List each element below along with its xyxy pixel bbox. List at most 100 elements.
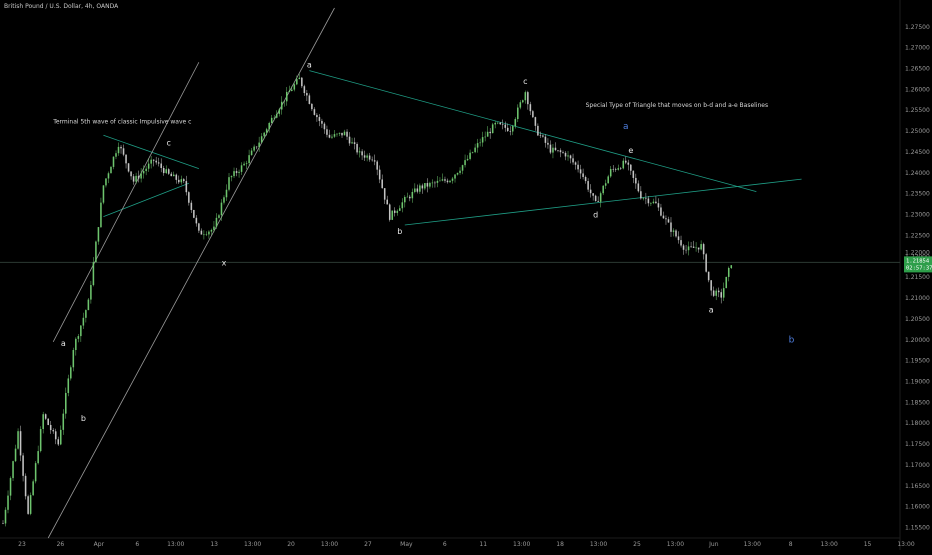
candle-body (625, 160, 627, 163)
time-tick-label: 13:00 (244, 541, 261, 548)
time-axis[interactable]: 23 26 Apr 6 13:00 13 13:00 20 13:00 27 May 6 11 13:00… (18, 541, 915, 548)
candle-body (532, 111, 534, 118)
candle-body (373, 160, 376, 162)
candle-body (180, 179, 183, 183)
candle-body (554, 147, 557, 151)
candle-body (522, 100, 524, 103)
candle-body (183, 179, 185, 182)
candle-body (240, 165, 243, 172)
candle-body (278, 109, 281, 114)
candle-body (517, 107, 519, 120)
candle-body (720, 292, 722, 298)
candle-body (245, 163, 248, 164)
candle-body (65, 392, 67, 414)
candle-body (667, 219, 670, 223)
candle-body (642, 198, 645, 199)
candle-body (569, 155, 572, 159)
candle-body (308, 95, 311, 104)
candle-body (504, 124, 507, 128)
candle-body (388, 204, 391, 220)
candle-body (223, 197, 225, 203)
candle-body (338, 132, 341, 134)
candle-body (165, 169, 168, 174)
candle-body (167, 169, 170, 174)
candle-body (341, 132, 343, 136)
candle-body (476, 143, 479, 148)
candle-body (198, 223, 200, 231)
price-tick-label: 1.18500 (905, 399, 930, 406)
price-tick-label: 1.17500 (905, 441, 930, 448)
candle-body (456, 172, 459, 175)
candle-body (434, 182, 436, 184)
time-tick-label: 6 (443, 541, 447, 548)
candle-body (484, 136, 486, 138)
candle-body (630, 164, 632, 171)
candle-body (564, 152, 567, 157)
candle-body (170, 173, 173, 177)
candle-body (268, 122, 270, 130)
time-tick-label: 15 (864, 541, 872, 548)
candlestick-chart[interactable]: a b c x a b c d e a a b Terminal 5th wave of classic… (0, 0, 932, 550)
candle-body (537, 125, 539, 136)
price-tick-label: 1.26500 (905, 66, 930, 73)
price-tick-label: 1.25000 (905, 128, 930, 135)
candle-body (22, 455, 24, 476)
candle-body (185, 181, 188, 193)
candle-body (464, 160, 466, 166)
candle-body (542, 135, 544, 137)
time-tick-label: 23 (18, 541, 26, 548)
time-tick-label: 13:00 (897, 541, 914, 548)
candle-body (190, 202, 193, 210)
price-badge-sublabel: 1.22000 (905, 249, 930, 256)
time-tick-label: 13 (210, 541, 218, 548)
candle-body (193, 209, 195, 218)
candle-body (587, 181, 589, 190)
candle-body (248, 155, 250, 164)
candle-body (208, 231, 210, 235)
candle-body (429, 182, 431, 187)
candle-body (87, 299, 90, 311)
price-tick-label: 1.20500 (905, 316, 930, 323)
candle-body (172, 174, 175, 177)
candle-body (614, 169, 617, 170)
candle-body (288, 90, 291, 92)
wave-label: a (61, 339, 66, 348)
candle-body (157, 162, 160, 164)
chart-area[interactable]: British Pound / U.S. Dollar, 4h, OANDA a… (0, 0, 932, 550)
candle-body (409, 196, 411, 199)
candle-body (218, 215, 220, 218)
time-tick-label: Jun (708, 541, 719, 548)
candle-body (416, 188, 419, 192)
candle-body (424, 183, 426, 189)
price-axis[interactable]: 1.27500 1.27000 1.26500 1.26000 1.25500 1.250… (905, 24, 930, 532)
price-tick-label: 1.23500 (905, 191, 930, 198)
candle-body (579, 169, 582, 174)
candle-body (215, 217, 218, 227)
candle-body (454, 174, 456, 179)
candle-body (378, 169, 381, 180)
trendline-long-support (47, 7, 335, 539)
candle-body (444, 179, 446, 181)
price-tick-label: 1.24000 (905, 170, 930, 177)
candle-body (132, 176, 135, 182)
candle-body (49, 424, 52, 431)
candle-body (597, 200, 599, 202)
price-tick-label: 1.16000 (905, 504, 930, 511)
candle-body (612, 168, 615, 170)
candle-body (100, 202, 102, 228)
candle-body (514, 119, 517, 127)
candle-body (677, 236, 680, 241)
candle-body (346, 131, 348, 137)
wave-label: a (623, 122, 629, 132)
candle-body (682, 245, 685, 250)
candle-body (695, 247, 697, 249)
candle-body (195, 217, 198, 224)
candle-body (135, 175, 137, 182)
candle-body (697, 247, 700, 250)
candle-body (391, 210, 394, 220)
time-tick-label: 25 (633, 541, 641, 548)
candle-body (263, 132, 265, 137)
candle-body (356, 143, 358, 153)
candle-body (700, 244, 702, 250)
candle-body (469, 152, 471, 159)
